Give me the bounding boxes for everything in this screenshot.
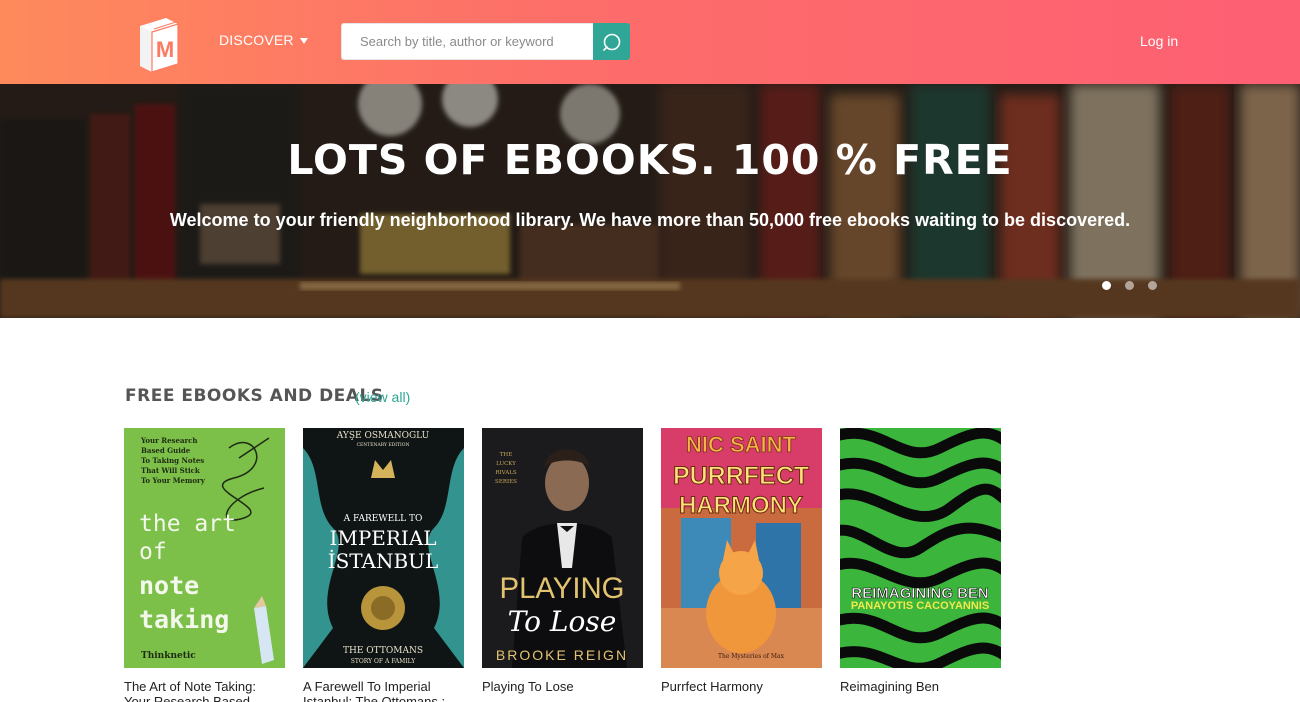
book-title[interactable]: The Art of Note Taking: Your Research Ba… bbox=[124, 679, 285, 702]
carousel-dots bbox=[1102, 281, 1157, 290]
book-cover-art: THE LUCKY RIVALS SERIES PLAYING To Lose … bbox=[482, 428, 643, 668]
svg-text:AYŞE OSMANOGLU: AYŞE OSMANOGLU bbox=[336, 431, 430, 441]
caret-down-icon bbox=[299, 38, 308, 44]
site-logo[interactable]: M bbox=[136, 12, 182, 73]
book-card[interactable]: REIMAGINING BEN PANAYOTIS CACOYANNIS Rei… bbox=[840, 428, 1001, 702]
search-input[interactable] bbox=[341, 23, 593, 60]
svg-text:RIVALS: RIVALS bbox=[495, 470, 517, 476]
svg-text:SERIES: SERIES bbox=[495, 479, 517, 485]
book-cover[interactable]: THE LUCKY RIVALS SERIES PLAYING To Lose … bbox=[482, 428, 643, 668]
svg-text:PURRFECT: PURRFECT bbox=[673, 462, 809, 490]
svg-text:M: M bbox=[156, 37, 174, 62]
svg-text:the art: the art bbox=[139, 511, 236, 537]
svg-text:PANAYOTIS CACOYANNIS: PANAYOTIS CACOYANNIS bbox=[851, 600, 989, 612]
svg-text:İSTANBUL: İSTANBUL bbox=[328, 549, 439, 573]
svg-text:To Lose: To Lose bbox=[508, 605, 617, 638]
login-link[interactable]: Log in bbox=[1140, 33, 1178, 49]
hero-banner: LOTS OF EBOOKS. 100 % FREE Welcome to yo… bbox=[0, 84, 1300, 318]
book-cover[interactable]: NIC SAINT PURRFECT HARMONY The Mysteries… bbox=[661, 428, 822, 668]
svg-text:To Your Memory: To Your Memory bbox=[141, 476, 206, 485]
hero-subtitle: Welcome to your friendly neighborhood li… bbox=[169, 210, 1131, 230]
book-cover[interactable]: REIMAGINING BEN PANAYOTIS CACOYANNIS bbox=[840, 428, 1001, 668]
section-title: FREE EBOOKS AND DEALS bbox=[125, 386, 384, 406]
discover-label: DISCOVER bbox=[219, 32, 294, 48]
svg-text:Your Research: Your Research bbox=[140, 436, 198, 445]
top-header: M DISCOVER Log in bbox=[0, 0, 1300, 84]
book-cover-art: Your Research Based Guide To Taking Note… bbox=[124, 428, 285, 668]
carousel-dot-3[interactable] bbox=[1148, 281, 1157, 290]
carousel-dot-2[interactable] bbox=[1125, 281, 1134, 290]
svg-text:of: of bbox=[139, 539, 167, 565]
svg-text:note: note bbox=[139, 571, 199, 600]
book-title[interactable]: Purrfect Harmony bbox=[661, 679, 822, 702]
svg-text:Based Guide: Based Guide bbox=[141, 446, 191, 455]
svg-text:That Will Stick: That Will Stick bbox=[141, 466, 200, 475]
book-card[interactable]: NIC SAINT PURRFECT HARMONY The Mysteries… bbox=[661, 428, 822, 702]
book-cover[interactable]: AYŞE OSMANOGLU CENTENARY EDITION A FAREW… bbox=[303, 428, 464, 668]
svg-text:BROOKE REIGN: BROOKE REIGN bbox=[496, 647, 628, 663]
book-cover[interactable]: Your Research Based Guide To Taking Note… bbox=[124, 428, 285, 668]
hero-title: LOTS OF EBOOKS. 100 % FREE bbox=[287, 136, 1013, 184]
carousel-dot-1[interactable] bbox=[1102, 281, 1111, 290]
search-icon bbox=[602, 33, 620, 51]
svg-text:HARMONY: HARMONY bbox=[679, 492, 803, 519]
book-title[interactable]: Reimagining Ben bbox=[840, 679, 1001, 702]
book-title[interactable]: Playing To Lose bbox=[482, 679, 643, 702]
svg-text:STORY OF A FAMILY: STORY OF A FAMILY bbox=[351, 658, 417, 665]
svg-text:PLAYING: PLAYING bbox=[500, 572, 625, 605]
svg-text:The Mysteries of Max: The Mysteries of Max bbox=[718, 653, 785, 660]
svg-text:To Taking Notes: To Taking Notes bbox=[141, 456, 204, 465]
search-button[interactable] bbox=[593, 23, 630, 60]
svg-text:IMPERIAL: IMPERIAL bbox=[329, 526, 436, 550]
svg-text:THE: THE bbox=[500, 452, 512, 458]
svg-text:LUCKY: LUCKY bbox=[496, 461, 516, 467]
book-title[interactable]: A Farewell To Imperial Istanbul: The Ott… bbox=[303, 679, 464, 702]
book-card[interactable]: Your Research Based Guide To Taking Note… bbox=[124, 428, 285, 702]
svg-text:CENTENARY EDITION: CENTENARY EDITION bbox=[357, 442, 410, 448]
discover-menu[interactable]: DISCOVER bbox=[219, 32, 308, 48]
view-all-link[interactable]: (view all) bbox=[355, 389, 410, 405]
svg-text:THE OTTOMANS: THE OTTOMANS bbox=[343, 646, 423, 656]
book-logo-icon: M bbox=[140, 18, 179, 73]
search-bar bbox=[341, 23, 630, 60]
svg-text:NIC SAINT: NIC SAINT bbox=[686, 432, 797, 457]
svg-text:A FAREWELL TO: A FAREWELL TO bbox=[343, 514, 423, 524]
book-card[interactable]: THE LUCKY RIVALS SERIES PLAYING To Lose … bbox=[482, 428, 643, 702]
book-cover-art: AYŞE OSMANOGLU CENTENARY EDITION A FAREW… bbox=[303, 428, 464, 668]
svg-text:taking: taking bbox=[139, 605, 229, 634]
book-cover-art: NIC SAINT PURRFECT HARMONY The Mysteries… bbox=[661, 428, 822, 668]
book-card[interactable]: AYŞE OSMANOGLU CENTENARY EDITION A FAREW… bbox=[303, 428, 464, 702]
book-cover-art: REIMAGINING BEN PANAYOTIS CACOYANNIS bbox=[840, 428, 1001, 668]
svg-text:Thinknetic: Thinknetic bbox=[141, 651, 196, 661]
